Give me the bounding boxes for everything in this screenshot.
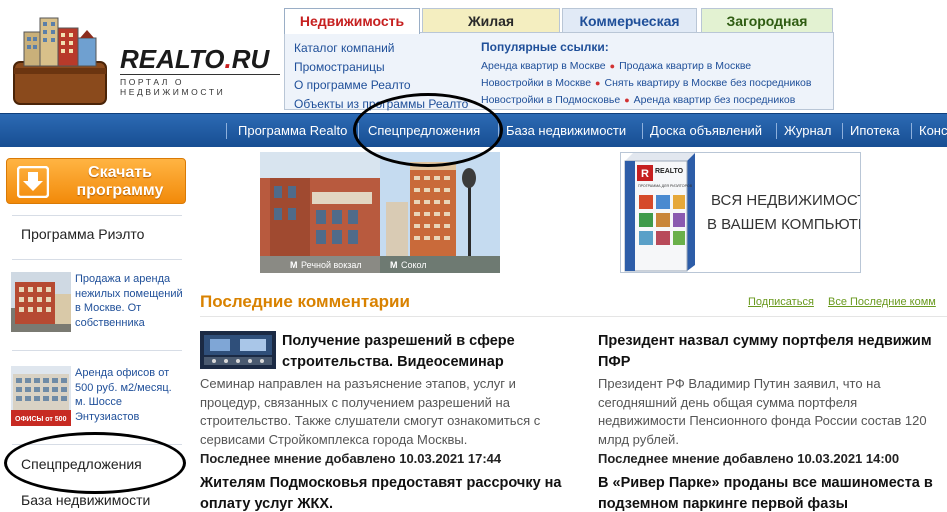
link-about-program[interactable]: О программе Реалто bbox=[294, 76, 468, 95]
box-subtitle: ПРОГРАММА ДЛЯ РИЭЛТОРОВ bbox=[638, 184, 693, 188]
main-nav: Программа Realto Спецпредложения База не… bbox=[0, 113, 947, 147]
metro-icon: М bbox=[290, 260, 298, 270]
nav-separator bbox=[226, 123, 227, 139]
nav-separator bbox=[498, 123, 499, 139]
nav-separator bbox=[911, 123, 912, 139]
sidebar-item-program[interactable]: Программа Риэлто bbox=[21, 226, 144, 242]
nav-separator bbox=[642, 123, 643, 139]
news-item: Жителям Подмосковья предоставят рассрочк… bbox=[200, 473, 580, 512]
divider bbox=[12, 215, 182, 216]
tab-commercial[interactable]: Коммерческая bbox=[562, 8, 697, 32]
bullet-icon: ● bbox=[624, 95, 630, 105]
link-promo-pages[interactable]: Промостраницы bbox=[294, 58, 468, 77]
popular-link[interactable]: Новостройки в Москве bbox=[481, 77, 591, 89]
nav-separator bbox=[776, 123, 777, 139]
video-thumbnail-icon[interactable] bbox=[200, 331, 276, 369]
banner-new-buildings[interactable]: М Речной вокзал М Сокол bbox=[260, 152, 500, 273]
popular-link[interactable]: Аренда квартир без посредников bbox=[634, 94, 796, 106]
link-company-catalog[interactable]: Каталог компаний bbox=[294, 39, 468, 58]
nav-separator bbox=[842, 123, 843, 139]
divider bbox=[12, 259, 182, 260]
metro-icon: М bbox=[390, 260, 398, 270]
news-last-comment: Последнее мнение добавлено 10.03.2021 17… bbox=[200, 451, 502, 466]
logo-underline bbox=[120, 74, 280, 75]
popular-row: Новостройки в Москве ● Снять квартиру в Мо… bbox=[481, 75, 831, 92]
popular-links-title: Популярные ссылки: bbox=[481, 40, 609, 54]
popular-link[interactable]: Аренда квартир в Москве bbox=[481, 60, 606, 72]
news-description: Семинар направлен на разъяснение этапов,… bbox=[200, 376, 541, 447]
banner-slogan-line1: ВСЯ НЕДВИЖИМОСТЬ bbox=[711, 192, 860, 209]
logo-tagline: ПОРТАЛ О НЕДВИЖИМОСТИ bbox=[120, 77, 226, 97]
left-sidebar: Скачать программу Программа Риэлто Прода… bbox=[0, 147, 192, 512]
nav-item-journal[interactable]: Журнал bbox=[784, 114, 831, 148]
nav-item-program[interactable]: Программа Realto bbox=[238, 114, 347, 148]
banner-image: М Речной вокзал М Сокол bbox=[260, 152, 500, 273]
nav-item-realty-base[interactable]: База недвижимости bbox=[506, 114, 626, 148]
bullet-icon: ● bbox=[609, 61, 616, 71]
catalog-links: Каталог компаний Промостраницы О програм… bbox=[294, 39, 468, 113]
tab-panel: Каталог компаний Промостраницы О програм… bbox=[284, 32, 834, 113]
metro-label: Сокол bbox=[401, 260, 427, 270]
promo-text: Аренда офисов от 500 руб. м2/месяц. м. Ш… bbox=[75, 367, 172, 423]
popular-row: Новостройки в Подмосковье ● Аренда квартир… bbox=[481, 92, 831, 109]
news-title[interactable]: В «Ривер Парке» проданы все машиноместа … bbox=[598, 473, 947, 512]
site-logo[interactable]: REALTO.RU ПОРТАЛ О НЕДВИЖИМОСТИ bbox=[8, 6, 288, 110]
banner-realto-software[interactable]: R REALTO ПРОГРАММА ДЛЯ РИЭЛТОРОВ ВСЯ НЕД… bbox=[620, 152, 888, 273]
news-title[interactable]: Получение разрешений в сфере строительст… bbox=[282, 331, 572, 373]
nav-item-special-offers[interactable]: Спецпредложения bbox=[368, 114, 480, 148]
office-building-image: ОФИСЫ от 500 bbox=[11, 366, 71, 426]
tab-country[interactable]: Загородная bbox=[701, 8, 833, 32]
news-item: В «Ривер Парке» проданы все машиноместа … bbox=[598, 473, 947, 512]
nav-item-consult[interactable]: Конс bbox=[919, 114, 947, 148]
site-header: REALTO.RU ПОРТАЛ О НЕДВИЖИМОСТИ Недвижим… bbox=[0, 0, 947, 113]
box-brand: REALTO bbox=[655, 168, 684, 175]
nav-item-mortgage[interactable]: Ипотека bbox=[850, 114, 900, 148]
software-box-icon: R REALTO ПРОГРАММА ДЛЯ РИЭЛТОРОВ ВСЯ НЕД… bbox=[624, 153, 888, 272]
banner-slogan-line2: В ВАШЕМ КОМПЬЮТЕРЕ bbox=[707, 216, 860, 233]
promo-sign: ОФИСЫ от 500 bbox=[15, 416, 67, 423]
tab-residential[interactable]: Жилая bbox=[422, 8, 560, 32]
tab-realty[interactable]: Недвижимость bbox=[284, 8, 420, 34]
news-last-comment: Последнее мнение добавлено 10.03.2021 14… bbox=[598, 451, 900, 466]
logo-wordmark: REALTO.RU bbox=[120, 44, 270, 74]
sidebar-item-realty-base[interactable]: База недвижимости bbox=[21, 492, 150, 508]
promo-text: Продажа и аренда нежилых помещений в Мос… bbox=[75, 273, 183, 329]
building-briefcase-icon bbox=[13, 17, 107, 105]
popular-links: Популярные ссылки: Аренда квартир в Моск… bbox=[481, 40, 831, 109]
popular-link[interactable]: Снять квартиру в Москве без посредников bbox=[604, 77, 811, 89]
subscribe-link[interactable]: Подписаться bbox=[748, 296, 814, 308]
office-building-image bbox=[11, 272, 71, 332]
bullet-icon: ● bbox=[595, 78, 601, 88]
popular-link[interactable]: Продажа квартир в Москве bbox=[619, 60, 751, 72]
download-program-button[interactable]: Скачать программу bbox=[6, 158, 186, 204]
popular-row: Аренда квартир в Москве ● Продажа квартир … bbox=[481, 58, 831, 75]
news-description: Президент РФ Владимир Путин заявил, что … bbox=[598, 376, 927, 447]
metro-label: Речной вокзал bbox=[301, 260, 362, 270]
link-program-objects[interactable]: Объекты из программы Реалто bbox=[294, 95, 468, 114]
popular-link[interactable]: Новостройки в Подмосковье bbox=[481, 94, 620, 106]
news-title[interactable]: Президент назвал сумму портфеля недвижим… bbox=[598, 331, 947, 373]
all-comments-link[interactable]: Все Последние комм bbox=[828, 296, 936, 308]
nav-separator bbox=[358, 123, 359, 139]
nav-item-classifieds[interactable]: Доска объявлений bbox=[650, 114, 762, 148]
sidebar-item-special-offers[interactable]: Спецпредложения bbox=[21, 456, 142, 472]
divider bbox=[12, 350, 182, 351]
section-title-comments: Последние комментарии bbox=[200, 292, 410, 311]
download-label: Скачать программу bbox=[76, 164, 164, 199]
news-item: Президент назвал сумму портфеля недвижим… bbox=[598, 331, 947, 468]
divider bbox=[200, 316, 947, 317]
download-icon bbox=[17, 166, 49, 198]
divider bbox=[12, 444, 182, 445]
news-item: Получение разрешений в сфере строительст… bbox=[200, 331, 572, 468]
svg-text:R: R bbox=[641, 168, 649, 180]
news-title[interactable]: Жителям Подмосковья предоставят рассрочк… bbox=[200, 473, 580, 512]
